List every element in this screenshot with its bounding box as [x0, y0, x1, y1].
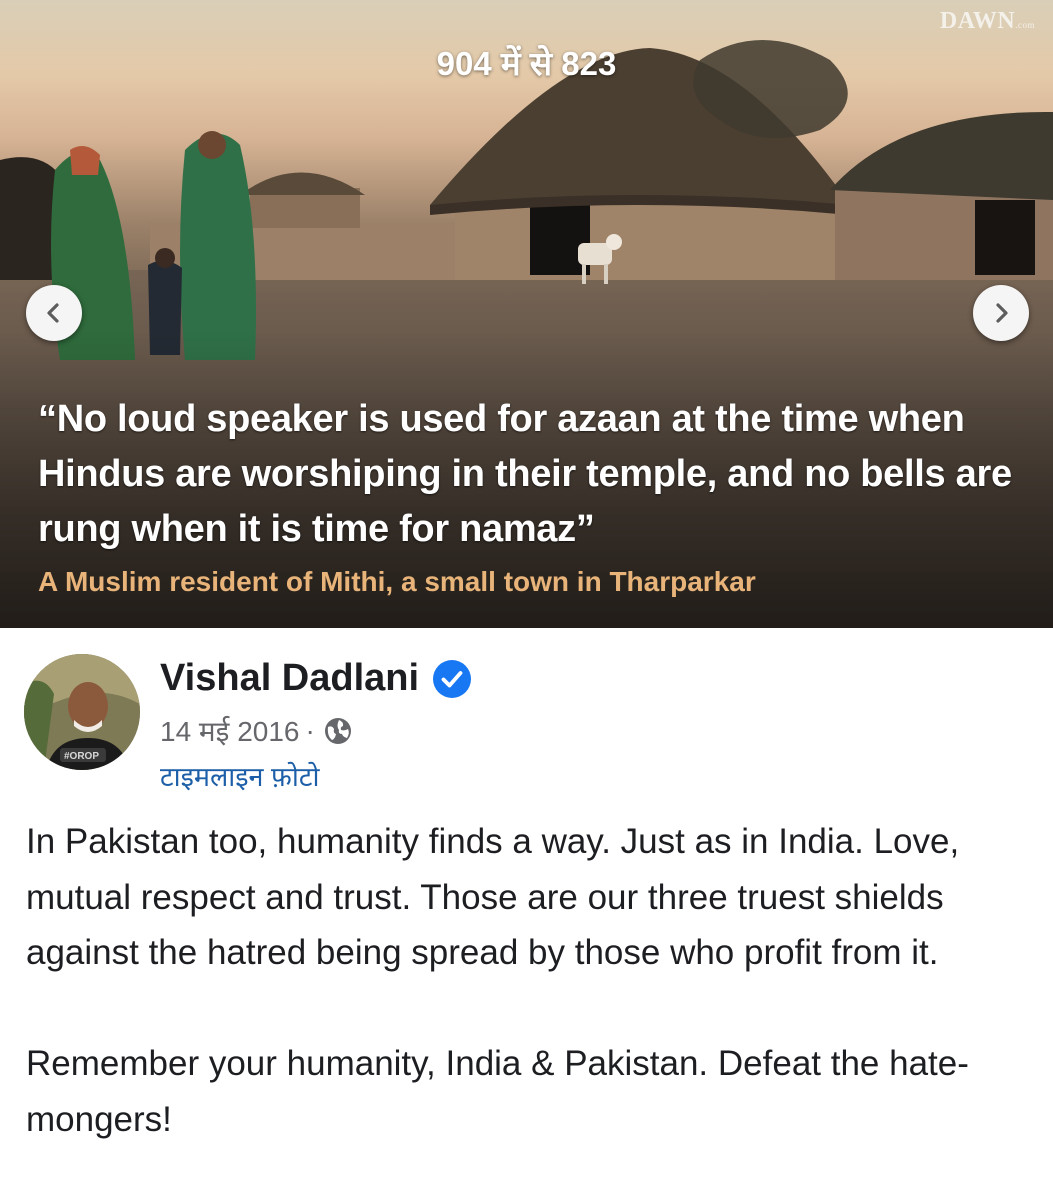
post-paragraph: In Pakistan too, humanity finds a way. J… [26, 822, 960, 972]
previous-photo-button[interactable] [26, 285, 82, 341]
post-body: In Pakistan too, humanity finds a way. J… [26, 814, 1036, 1147]
quote-line: Hindus are worshiping in their temple, a… [38, 453, 1012, 495]
post-paragraph: Remember your humanity, India & Pakistan… [26, 1044, 969, 1139]
album-link[interactable]: टाइमलाइन फ़ोटो [160, 757, 319, 794]
author-avatar[interactable]: #OROP [24, 654, 140, 770]
verified-badge-icon [433, 659, 472, 698]
dawn-watermark: DAWN.com [940, 8, 1035, 35]
watermark-suffix: .com [1015, 20, 1035, 30]
photo-counter: 904 में से 823 [436, 45, 617, 82]
chevron-left-icon [47, 303, 59, 323]
quote-attribution: A Muslim resident of Mithi, a small town… [38, 566, 756, 597]
avatar-badge: #OROP [64, 751, 99, 762]
avatar-image: #OROP [24, 654, 140, 770]
post-meta: 14 मई 2016 · [160, 712, 353, 750]
quote-line: “No loud speaker is used for azaan at th… [38, 398, 965, 440]
author-name[interactable]: Vishal Dadlani [160, 657, 419, 700]
quote-line: rung when it is time for namaz” [38, 508, 595, 550]
next-photo-button[interactable] [973, 285, 1029, 341]
chevron-right-icon [996, 303, 1008, 323]
meta-separator: · [305, 715, 315, 746]
watermark-text: DAWN [939, 8, 1016, 34]
author-row: Vishal Dadlani [160, 657, 472, 700]
photo-quote: “No loud speaker is used for azaan at th… [38, 392, 1038, 557]
post-date[interactable]: 14 मई 2016 [160, 712, 299, 750]
globe-icon [324, 718, 351, 744]
post-photo[interactable]: 904 में से 823 DAWN.com “No loud speaker… [0, 0, 1053, 628]
